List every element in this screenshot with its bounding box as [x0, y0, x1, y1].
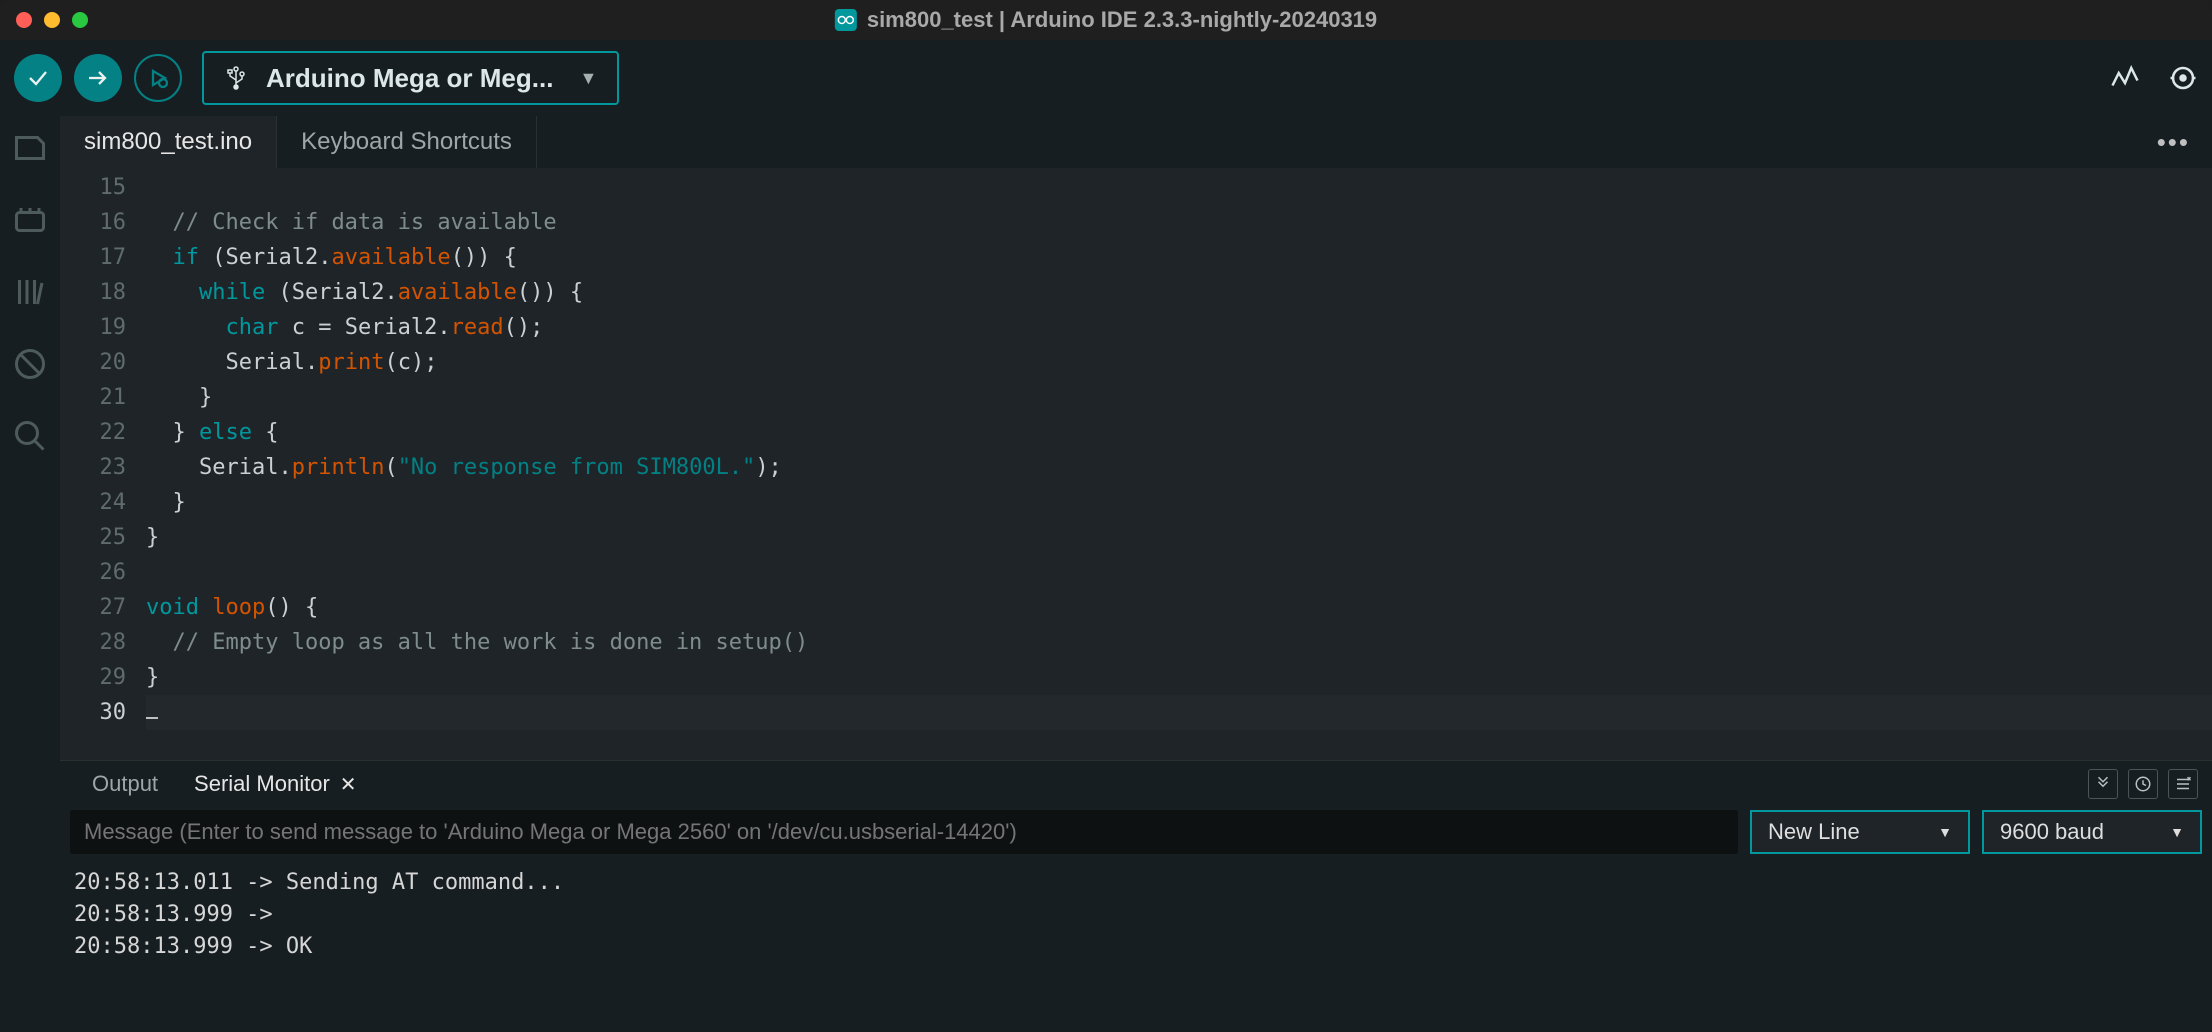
serial-input-row: New Line ▼ 9600 baud ▼: [60, 807, 2212, 857]
boards-manager-icon[interactable]: [12, 202, 48, 238]
panel-tab-output[interactable]: Output: [74, 761, 176, 807]
bottom-panel: Output Serial Monitor ✕ New Line ▼: [60, 760, 2212, 1032]
editor-group: sim800_test.inoKeyboard Shortcuts ••• 15…: [60, 116, 2212, 1032]
activity-bar: [0, 116, 60, 1032]
panel-tab-output-label: Output: [92, 771, 158, 797]
timestamp-toggle-button[interactable]: [2128, 769, 2158, 799]
minimize-window-button[interactable]: [44, 12, 60, 28]
line-numbers: 15161718192021222324252627282930: [60, 168, 140, 760]
serial-plotter-button[interactable]: [2110, 63, 2140, 93]
sketchbook-icon[interactable]: [12, 130, 48, 166]
close-window-button[interactable]: [16, 12, 32, 28]
tab-overflow-button[interactable]: •••: [2135, 116, 2212, 168]
baud-rate-select[interactable]: 9600 baud ▼: [1982, 810, 2202, 854]
window-title: sim800_test | Arduino IDE 2.3.3-nightly-…: [835, 7, 1377, 33]
panel-tab-serial-monitor[interactable]: Serial Monitor ✕: [176, 761, 374, 807]
verify-button[interactable]: [14, 54, 62, 102]
upload-button[interactable]: [74, 54, 122, 102]
search-icon[interactable]: [12, 418, 48, 454]
close-icon[interactable]: ✕: [340, 772, 357, 797]
board-selector-label: Arduino Mega or Meg...: [266, 63, 553, 94]
board-selector[interactable]: Arduino Mega or Meg... ▼: [202, 51, 619, 105]
window-controls: [16, 12, 88, 28]
code-editor[interactable]: 15161718192021222324252627282930 // Chec…: [60, 168, 2212, 760]
serial-message-input[interactable]: [70, 810, 1738, 854]
line-ending-label: New Line: [1768, 819, 1860, 845]
workspace: sim800_test.inoKeyboard Shortcuts ••• 15…: [0, 116, 2212, 1032]
arduino-logo-icon: [835, 9, 857, 31]
scroll-to-end-button[interactable]: [2088, 769, 2118, 799]
toolbar: Arduino Mega or Meg... ▼: [0, 40, 2212, 116]
debug-icon[interactable]: [12, 346, 48, 382]
baud-rate-label: 9600 baud: [2000, 819, 2104, 845]
serial-output[interactable]: 20:58:13.011 -> Sending AT command... 20…: [60, 857, 2212, 1032]
panel-tab-serial-label: Serial Monitor: [194, 771, 330, 797]
serial-monitor-button[interactable]: [2168, 63, 2198, 93]
panel-tabs: Output Serial Monitor ✕: [60, 761, 2212, 807]
usb-icon: [224, 66, 248, 90]
chevron-down-icon: ▼: [579, 68, 597, 89]
line-ending-select[interactable]: New Line ▼: [1750, 810, 1970, 854]
debug-button[interactable]: [134, 54, 182, 102]
library-manager-icon[interactable]: [12, 274, 48, 310]
tab-bar: sim800_test.inoKeyboard Shortcuts •••: [60, 116, 2212, 168]
chevron-down-icon: ▼: [2170, 824, 2184, 840]
titlebar: sim800_test | Arduino IDE 2.3.3-nightly-…: [0, 0, 2212, 40]
clear-output-button[interactable]: [2168, 769, 2198, 799]
window-title-text: sim800_test | Arduino IDE 2.3.3-nightly-…: [867, 7, 1377, 33]
chevron-down-icon: ▼: [1938, 824, 1952, 840]
code-content[interactable]: // Check if data is available if (Serial…: [140, 168, 2212, 760]
editor-tab[interactable]: sim800_test.ino: [60, 116, 277, 168]
editor-tab[interactable]: Keyboard Shortcuts: [277, 116, 537, 168]
zoom-window-button[interactable]: [72, 12, 88, 28]
